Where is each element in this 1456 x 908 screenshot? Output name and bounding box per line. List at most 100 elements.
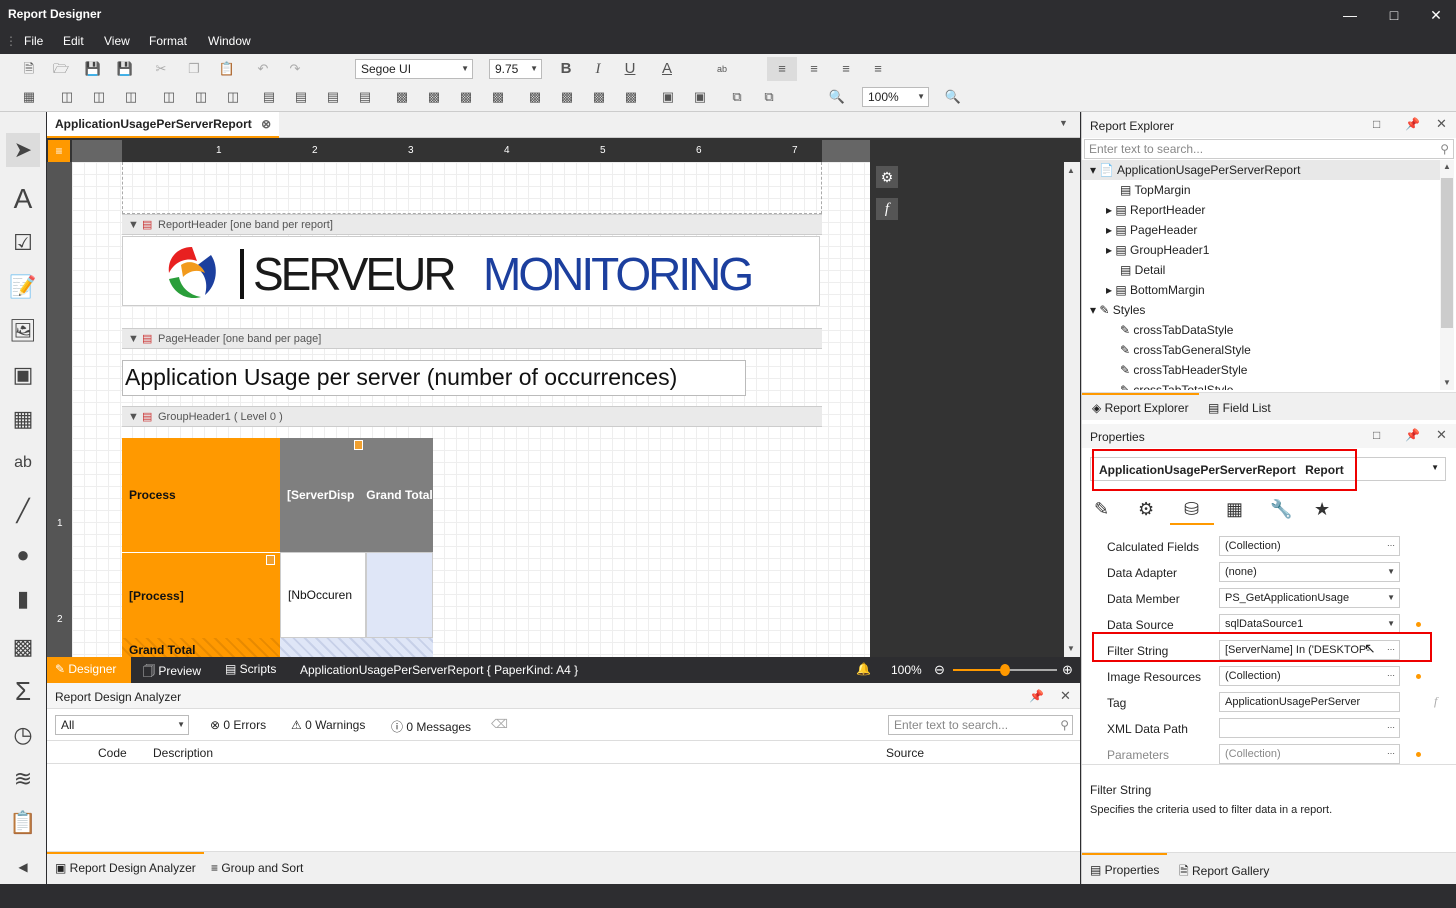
column-source[interactable]: Source [886, 746, 924, 760]
same-height-icon[interactable]: ▤ [324, 88, 342, 106]
label-tool-icon[interactable]: A [6, 182, 40, 216]
tree-item-pageheader[interactable]: ▸ ▤ PageHeader [1106, 220, 1197, 240]
zoom-out-button[interactable]: ⊖ [934, 662, 945, 678]
crosstab-total-cell[interactable] [366, 552, 433, 638]
layout-icon[interactable]: ▦ [1226, 499, 1243, 520]
paste-icon[interactable]: 📋 [218, 60, 236, 78]
character-comb-icon[interactable]: ab [6, 446, 40, 480]
tree-item-style[interactable]: ✎ crossTabHeaderStyle [1120, 360, 1247, 380]
maximize-icon[interactable]: □ [1373, 117, 1380, 131]
menu-file[interactable]: File [24, 34, 43, 48]
scroll-left-icon[interactable]: ◀ [6, 850, 40, 884]
horiz-spacing-remove-icon[interactable]: ▩ [489, 88, 507, 106]
tab-group-and-sort[interactable]: ≡ Group and Sort [211, 852, 303, 885]
data-icon[interactable]: ⛁ [1184, 499, 1199, 520]
page-header-band[interactable]: ▼ ▤ PageHeader [one band per page] [122, 328, 822, 349]
tab-report-design-analyzer[interactable]: ▣ Report Design Analyzer [47, 852, 204, 885]
tree-item-style[interactable]: ✎ crossTabTotalStyle [1120, 380, 1233, 390]
undo-icon[interactable]: ↶ [254, 60, 272, 78]
align-lefts-icon[interactable]: ◫ [58, 88, 76, 106]
chevron-down-icon[interactable]: ▼ [1387, 589, 1395, 607]
send-to-back-icon[interactable]: ⧉ [760, 88, 778, 106]
column-code[interactable]: Code [98, 746, 127, 760]
align-middles-icon[interactable]: ◫ [192, 88, 210, 106]
center-horiz-icon[interactable]: ▣ [659, 88, 677, 106]
collapse-icon[interactable]: ▼ [128, 215, 139, 236]
justify-icon[interactable]: ≡ [869, 60, 887, 78]
align-right-icon[interactable]: ≡ [837, 60, 855, 78]
zoom-slider-thumb[interactable] [1000, 664, 1010, 676]
explorer-search-input[interactable]: Enter text to search... ⚲ [1084, 139, 1454, 159]
pin-icon[interactable]: 📌 [1029, 689, 1044, 703]
tree-item-topmargin[interactable]: ▤ TopMargin [1120, 180, 1191, 200]
crosstab-occurrences-field[interactable]: [NbOccuren [280, 552, 366, 638]
bold-icon[interactable]: B [557, 60, 575, 78]
zoom-in-button[interactable]: ⊕ [1062, 662, 1073, 678]
tree-root[interactable]: ▾ 📄 ApplicationUsagePerServerReport [1090, 160, 1300, 180]
ellipsis-icon[interactable]: ⋯ [1387, 537, 1395, 555]
notification-icon[interactable]: 🔔 [856, 662, 871, 676]
pointer-icon[interactable]: ➤ [6, 133, 40, 167]
center-vert-icon[interactable]: ▣ [691, 88, 709, 106]
clear-filter-icon[interactable]: ⌫ [491, 717, 508, 731]
ellipsis-icon[interactable]: ⋯ [1387, 745, 1395, 763]
crosstab-server-header[interactable]: [ServerDisp [280, 438, 366, 552]
scroll-up-icon[interactable]: ▲ [1443, 162, 1451, 171]
font-color-icon[interactable]: A [658, 60, 676, 78]
pin-icon[interactable]: 📌 [1405, 428, 1420, 442]
horiz-spacing-dec-icon[interactable]: ▩ [457, 88, 475, 106]
close-icon[interactable]: ✕ [1421, 4, 1451, 26]
sum-tool-icon[interactable]: Σ [6, 674, 40, 708]
scripts-tab[interactable]: ▤ Scripts [225, 662, 276, 676]
tab-report-explorer[interactable]: ◈ Report Explorer [1082, 393, 1199, 421]
align-tops-icon[interactable]: ◫ [160, 88, 178, 106]
designer-tab[interactable]: ✎ Designer [47, 657, 131, 683]
favorites-icon[interactable]: ★ [1314, 499, 1330, 520]
save-icon[interactable]: 💾 [84, 60, 102, 78]
close-tab-icon[interactable]: ⊗ [261, 117, 271, 131]
chevron-down-icon[interactable]: ▼ [1387, 615, 1395, 633]
tree-item-style[interactable]: ✎ crossTabDataStyle [1120, 320, 1233, 340]
close-icon[interactable]: ✕ [1060, 688, 1071, 704]
font-size-select[interactable]: 9.75 ▼ [489, 59, 542, 79]
close-icon[interactable]: ✕ [1436, 116, 1447, 132]
menu-edit[interactable]: Edit [63, 34, 84, 48]
picture-tool-icon[interactable]: 🖼 [6, 314, 40, 348]
menu-format[interactable]: Format [149, 34, 187, 48]
align-bottoms-icon[interactable]: ◫ [224, 88, 242, 106]
scroll-down-icon[interactable]: ▼ [1067, 644, 1075, 653]
prop-xml-data-path[interactable]: ⋯ [1219, 718, 1400, 738]
align-center-icon[interactable]: ≡ [805, 60, 823, 78]
canvas-scrollbar[interactable]: ▲ ▼ [1064, 162, 1080, 657]
page-title-label[interactable]: Application Usage per server (number of … [122, 360, 746, 396]
size-to-grid-icon[interactable]: ▤ [292, 88, 310, 106]
tree-item-detail[interactable]: ▤ Detail [1120, 260, 1165, 280]
tree-item-bottommargin[interactable]: ▸ ▤ BottomMargin [1106, 280, 1205, 300]
tree-item-style[interactable]: ✎ crossTabGeneralStyle [1120, 340, 1251, 360]
table-tool-icon[interactable]: ▦ [6, 402, 40, 436]
save-all-icon[interactable]: 💾 [116, 60, 134, 78]
prop-data-adapter[interactable]: (none) ▼ [1219, 562, 1400, 582]
crosstab-process-field[interactable]: [Process] [122, 552, 280, 638]
panel-tool-icon[interactable]: ▣ [6, 358, 40, 392]
shape-tool-icon[interactable]: ● [6, 538, 40, 572]
prop-data-member[interactable]: PS_GetApplicationUsage ▼ [1219, 588, 1400, 608]
align-to-grid-icon[interactable]: ▦ [20, 88, 38, 106]
tree-item-groupheader1[interactable]: ▸ ▤ GroupHeader1 [1106, 240, 1209, 260]
report-header-band[interactable]: ▼ ▤ ReportHeader [one band per report] [122, 214, 822, 235]
chevron-down-icon[interactable]: ▼ [1387, 563, 1395, 581]
vert-spacing-dec-icon[interactable]: ▩ [590, 88, 608, 106]
analyzer-filter-select[interactable]: All ▼ [55, 715, 189, 735]
tab-field-list[interactable]: ▤ Field List [1208, 393, 1271, 423]
align-left-icon[interactable]: ≡ [773, 60, 791, 78]
tree-item-reportheader[interactable]: ▸ ▤ ReportHeader [1106, 200, 1205, 220]
crosstab-grand-total-header[interactable]: Grand Total [366, 438, 433, 552]
zoom-out-icon[interactable]: 🔍 [828, 88, 846, 106]
scroll-up-icon[interactable]: ▲ [1067, 166, 1075, 175]
pin-icon[interactable]: 📌 [1405, 117, 1420, 131]
underline-icon[interactable]: U [621, 60, 639, 78]
menu-window[interactable]: Window [208, 34, 251, 48]
prop-calculated-fields[interactable]: (Collection) ⋯ [1219, 536, 1400, 556]
richtext-tool-icon[interactable]: 📝 [6, 270, 40, 304]
tab-properties[interactable]: ▤ Properties [1082, 853, 1168, 885]
